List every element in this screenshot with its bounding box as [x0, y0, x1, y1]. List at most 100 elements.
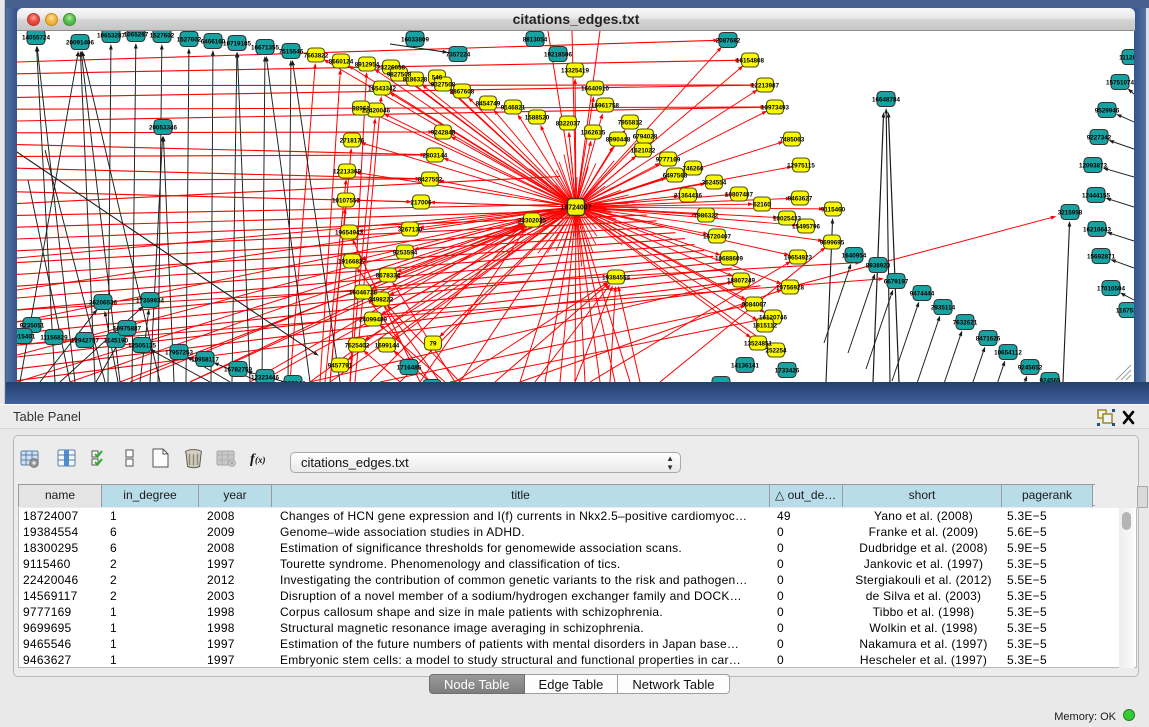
svg-text:17957253: 17957253: [165, 349, 194, 356]
svg-text:9699695: 9699695: [820, 239, 845, 246]
svg-text:16961758: 16961758: [591, 102, 620, 109]
svg-text:8322037: 8322037: [556, 120, 581, 127]
svg-text:2867608: 2867608: [450, 88, 475, 95]
svg-text:1362615: 1362615: [581, 129, 606, 136]
svg-text:2718176: 2718176: [340, 137, 365, 144]
svg-text:1145190: 1145190: [104, 337, 129, 344]
svg-text:9146821: 9146821: [501, 104, 526, 111]
svg-text:15495796: 15495796: [792, 223, 821, 230]
svg-text:19166827: 19166827: [338, 258, 367, 265]
svg-text:9474444: 9474444: [910, 290, 935, 297]
svg-text:1527602: 1527602: [177, 36, 202, 43]
svg-text:8427552: 8427552: [418, 176, 443, 183]
svg-text:14055724: 14055724: [22, 34, 51, 41]
svg-text:18724007: 18724007: [560, 205, 591, 212]
svg-text:8813054: 8813054: [523, 36, 548, 43]
svg-text:16543342: 16543342: [368, 85, 397, 92]
svg-text:2087682: 2087682: [716, 37, 741, 44]
svg-text:62160: 62160: [753, 201, 771, 208]
svg-text:7625402: 7625402: [345, 342, 370, 349]
svg-text:10719185: 10719185: [223, 40, 252, 47]
svg-text:2935114: 2935114: [931, 304, 956, 311]
svg-text:12213987: 12213987: [751, 82, 780, 89]
svg-text:9084067: 9084067: [742, 301, 767, 308]
svg-text:23226058: 23226058: [377, 64, 406, 71]
svg-text:1815112: 1815112: [753, 322, 778, 329]
svg-text:7955812: 7955812: [618, 119, 643, 126]
svg-text:16640910: 16640910: [581, 85, 610, 92]
svg-text:9529946: 9529946: [1095, 107, 1120, 114]
svg-text:16154808: 16154808: [736, 57, 765, 64]
svg-text:19384554: 19384554: [602, 274, 631, 281]
svg-text:1640954: 1640954: [842, 252, 867, 259]
svg-text:8990448: 8990448: [606, 136, 631, 143]
svg-text:16671355: 16671355: [251, 44, 280, 51]
svg-text:6679197: 6679197: [884, 278, 909, 285]
svg-text:13325419: 13325419: [561, 67, 590, 74]
svg-text:252254: 252254: [765, 347, 787, 354]
svg-text:8471626: 8471626: [976, 335, 1001, 342]
svg-text:6497568: 6497568: [663, 172, 688, 179]
svg-text:20091406: 20091406: [66, 39, 95, 46]
svg-text:8186328: 8186328: [403, 76, 428, 83]
svg-text:9777169: 9777169: [656, 156, 681, 163]
svg-text:7663822: 7663822: [304, 52, 329, 59]
svg-text:12505135: 12505135: [128, 342, 157, 349]
svg-text:1065287: 1065287: [124, 31, 149, 38]
svg-text:16033809: 16033809: [401, 36, 430, 43]
svg-text:217006: 217006: [410, 199, 432, 206]
svg-text:8454749: 8454749: [476, 100, 501, 107]
svg-text:10653287: 10653287: [97, 32, 126, 39]
svg-text:98961: 98961: [352, 105, 370, 112]
svg-text:1621022: 1621022: [631, 147, 656, 154]
svg-text:19654943: 19654943: [335, 229, 364, 236]
svg-text:26206536: 26206536: [89, 299, 118, 306]
svg-text:9235051: 9235051: [20, 322, 45, 329]
svg-text:13524851: 13524851: [744, 340, 773, 347]
svg-text:1112841: 1112841: [1119, 54, 1134, 61]
svg-text:15720407: 15720407: [703, 233, 732, 240]
svg-text:23302035: 23302035: [518, 217, 547, 224]
svg-text:12444155: 12444155: [1082, 192, 1111, 199]
svg-text:9242848: 9242848: [431, 129, 456, 136]
svg-text:15751074: 15751074: [1106, 79, 1134, 86]
svg-text:12093873: 12093873: [1079, 162, 1108, 169]
svg-text:546: 546: [432, 74, 443, 81]
svg-text:12942757: 12942757: [71, 337, 100, 344]
svg-text:9245652: 9245652: [1018, 364, 1043, 371]
svg-text:12975115: 12975115: [787, 162, 815, 169]
svg-text:10107553: 10107553: [332, 197, 361, 204]
svg-text:19218506: 19218506: [544, 51, 573, 58]
svg-text:10807487: 10807487: [725, 191, 754, 198]
svg-text:6794028: 6794028: [633, 133, 658, 140]
svg-text:11156829: 11156829: [40, 334, 68, 341]
svg-text:10973493: 10973493: [761, 104, 790, 111]
svg-text:7515546: 7515546: [279, 48, 304, 55]
svg-text:9457791: 9457791: [328, 362, 353, 369]
svg-text:8938923: 8938923: [866, 262, 891, 269]
svg-text:1232344: 1232344: [281, 380, 306, 382]
svg-text:16648784: 16648784: [872, 96, 901, 103]
svg-text:17010504: 17010504: [1097, 285, 1126, 292]
svg-text:79: 79: [429, 340, 437, 347]
svg-text:1167531: 1167531: [1116, 307, 1134, 314]
svg-text:(x): (x): [255, 455, 266, 465]
svg-text:1699144: 1699144: [375, 342, 400, 349]
svg-text:3915401: 3915401: [17, 333, 36, 340]
svg-text:1588520: 1588520: [525, 114, 550, 121]
svg-text:1716485: 1716485: [397, 364, 422, 371]
svg-text:3267130: 3267130: [398, 226, 423, 233]
svg-text:15692871: 15692871: [1087, 253, 1116, 260]
svg-text:16120746: 16120746: [759, 314, 788, 321]
svg-text:8660124: 8660124: [329, 58, 354, 65]
svg-text:8678334: 8678334: [376, 272, 401, 279]
svg-text:10688609: 10688609: [715, 255, 744, 262]
svg-text:746266: 746266: [682, 165, 704, 172]
svg-text:3215958: 3215958: [1058, 209, 1083, 216]
svg-text:20053346: 20053346: [149, 124, 178, 131]
svg-text:10025433: 10025433: [773, 215, 802, 222]
svg-text:16046736: 16046736: [349, 289, 378, 296]
svg-text:17359934: 17359934: [136, 297, 165, 304]
svg-text:18807249: 18807249: [727, 277, 756, 284]
svg-text:19654923: 19654923: [784, 254, 813, 261]
